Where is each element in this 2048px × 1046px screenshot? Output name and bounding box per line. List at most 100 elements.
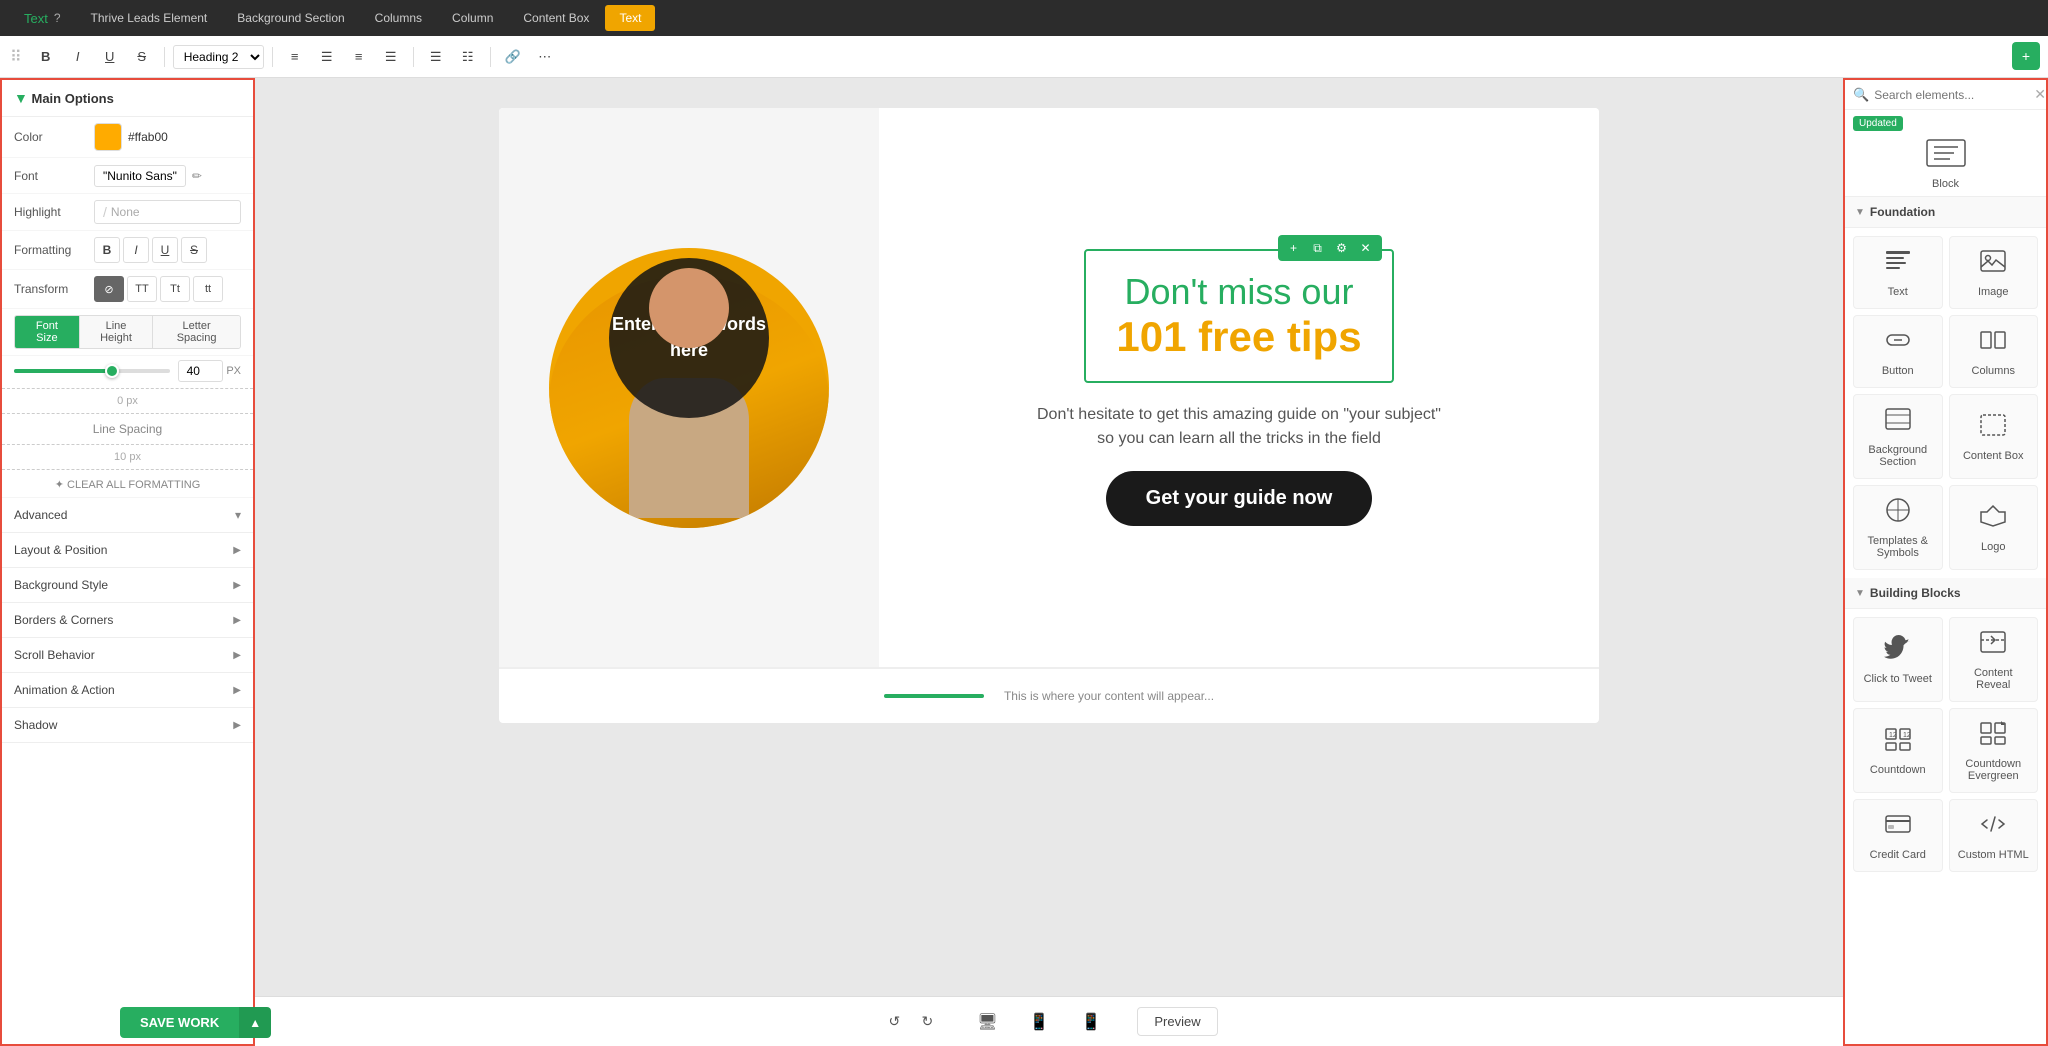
tablet-view-button[interactable]: 📱: [1023, 1006, 1055, 1038]
settings-element-button[interactable]: ⚙: [1332, 238, 1352, 258]
align-center-button[interactable]: ☰: [313, 43, 341, 71]
save-options-button[interactable]: ▲: [239, 1007, 271, 1038]
subtext-line-2[interactable]: so you can learn all the tricks in the f…: [1097, 430, 1381, 447]
element-columns[interactable]: Columns: [1949, 315, 2039, 388]
transform-none-button[interactable]: ⊘: [94, 276, 124, 302]
add-element-top-button[interactable]: +: [2012, 42, 2040, 70]
edit-font-icon[interactable]: ✏: [192, 169, 202, 183]
element-templates[interactable]: Templates & Symbols: [1853, 485, 1943, 570]
font-size-input[interactable]: [178, 360, 223, 382]
building-blocks-elements-grid: Click to Tweet Content Reveal 12 12 Count…: [1845, 609, 2046, 880]
clear-formatting-button[interactable]: ✦ CLEAR ALL FORMATTING: [2, 472, 253, 498]
element-content-reveal[interactable]: Content Reveal: [1949, 617, 2039, 702]
headline-line-1[interactable]: Don't miss our: [1116, 271, 1361, 313]
advanced-chevron-icon: ▾: [235, 508, 241, 522]
building-blocks-section-header[interactable]: ▼ Building Blocks: [1845, 578, 2046, 609]
save-work-button[interactable]: SAVE WORK: [120, 1007, 239, 1038]
transform-buttons: ⊘ TT Tt tt: [94, 276, 241, 302]
bold-fmt-button[interactable]: B: [94, 237, 120, 263]
bold-button[interactable]: B: [32, 43, 60, 71]
color-swatch[interactable]: #ffab00: [94, 123, 241, 151]
nav-item-thrive-leads-element[interactable]: Thrive Leads Element: [77, 5, 222, 31]
foundation-label: Foundation: [1870, 205, 1935, 219]
italic-fmt-button[interactable]: I: [123, 237, 149, 263]
advanced-section[interactable]: Advanced ▾: [2, 498, 253, 533]
foundation-section-header[interactable]: ▼ Foundation: [1845, 197, 2046, 228]
subtext-line-1[interactable]: Don't hesitate to get this amazing guide…: [1037, 406, 1441, 423]
element-logo[interactable]: Logo: [1949, 485, 2039, 570]
main-layout: ▼ Main Options Color #ffab00 Font "Nunit…: [0, 78, 2048, 1046]
underline-fmt-button[interactable]: U: [152, 237, 178, 263]
link-button[interactable]: 🔗: [499, 43, 527, 71]
section-arrow-icon: ▶: [233, 650, 241, 661]
font-size-slider[interactable]: [14, 369, 170, 373]
element-text[interactable]: Text: [1853, 236, 1943, 309]
preview-button[interactable]: Preview: [1137, 1007, 1217, 1036]
cta-button[interactable]: Get your guide now: [1106, 471, 1373, 526]
list-ul-button[interactable]: ☰: [422, 43, 450, 71]
font-size-tab[interactable]: Font Size: [15, 316, 80, 348]
align-right-button[interactable]: ≡: [345, 43, 373, 71]
list-ol-button[interactable]: ☷: [454, 43, 482, 71]
svg-text:12: 12: [1889, 732, 1897, 739]
transform-row: Transform ⊘ TT Tt tt: [2, 270, 253, 309]
section-arrow-icon: ▶: [233, 615, 241, 626]
foundation-elements-grid: Text Image Button Columns: [1845, 228, 2046, 578]
strikethrough-button[interactable]: S: [128, 43, 156, 71]
close-search-button[interactable]: ✕: [2034, 86, 2046, 103]
element-content-box[interactable]: Content Box: [1949, 394, 2039, 479]
element-image[interactable]: Image: [1949, 236, 2039, 309]
nav-item-content-box[interactable]: Content Box: [509, 5, 603, 31]
desktop-view-button[interactable]: 🖥: [971, 1006, 1003, 1038]
undo-button[interactable]: ↺: [880, 1008, 908, 1036]
element-background-section[interactable]: Background Section: [1853, 394, 1943, 479]
nav-item-text[interactable]: Text: [605, 5, 655, 31]
help-icon[interactable]: ?: [54, 11, 61, 25]
layout-position-section[interactable]: Layout & Position ▶: [2, 533, 253, 568]
element-click-to-tweet[interactable]: Click to Tweet: [1853, 617, 1943, 702]
highlight-value: None: [111, 205, 140, 219]
strikethrough-fmt-button[interactable]: S: [181, 237, 207, 263]
shadow-section[interactable]: Shadow ▶: [2, 708, 253, 743]
heading-select[interactable]: Heading 2 Heading 1 Heading 3 Paragraph: [173, 45, 264, 69]
delete-element-button[interactable]: ✕: [1356, 238, 1376, 258]
color-box[interactable]: [94, 123, 122, 151]
mobile-view-button[interactable]: 📱: [1075, 1006, 1107, 1038]
italic-button[interactable]: I: [64, 43, 92, 71]
transform-uppercase-button[interactable]: TT: [127, 276, 157, 302]
redo-button[interactable]: ↻: [913, 1008, 941, 1036]
nav-item-columns[interactable]: Columns: [361, 5, 436, 31]
search-input[interactable]: [1874, 88, 2029, 102]
element-countdown[interactable]: 1212 Countdown: [1853, 708, 1943, 793]
svg-text:12: 12: [1903, 732, 1911, 739]
line-height-tab[interactable]: Line Height: [80, 316, 153, 348]
underline-button[interactable]: U: [96, 43, 124, 71]
credit-card-label: Credit Card: [1870, 849, 1926, 861]
background-style-section[interactable]: Background Style ▶: [2, 568, 253, 603]
headline-line-2[interactable]: 101 free tips: [1116, 313, 1361, 361]
element-button[interactable]: Button: [1853, 315, 1943, 388]
expand-icon[interactable]: ▼: [14, 90, 28, 106]
element-countdown-evergreen[interactable]: Countdown Evergreen: [1949, 708, 2039, 793]
animation-action-section[interactable]: Animation & Action ▶: [2, 673, 253, 708]
transform-capitalize-button[interactable]: Tt: [160, 276, 190, 302]
justify-button[interactable]: ☰: [377, 43, 405, 71]
transform-lowercase-button[interactable]: tt: [193, 276, 223, 302]
nav-item-column[interactable]: Column: [438, 5, 507, 31]
scroll-behavior-section[interactable]: Scroll Behavior ▶: [2, 638, 253, 673]
highlight-selector[interactable]: / None: [94, 200, 241, 224]
borders-corners-section[interactable]: Borders & Corners ▶: [2, 603, 253, 638]
align-left-button[interactable]: ≡: [281, 43, 309, 71]
slider-thumb[interactable]: [105, 364, 119, 378]
letter-spacing-tab[interactable]: Letter Spacing: [153, 316, 240, 348]
nav-item-background-section[interactable]: Background Section: [223, 5, 358, 31]
element-credit-card[interactable]: Credit Card: [1853, 799, 1943, 872]
drag-handle-icon[interactable]: ⠿: [10, 47, 22, 67]
countdown-icon: 12 12: [1884, 725, 1912, 759]
format-more-button[interactable]: ⋯: [531, 43, 559, 71]
add-element-button[interactable]: +: [1284, 238, 1304, 258]
line-spacing-above: 0 px: [2, 388, 253, 414]
font-selector[interactable]: "Nunito Sans" ✏: [94, 165, 241, 187]
duplicate-element-button[interactable]: ⧉: [1308, 238, 1328, 258]
element-custom-html[interactable]: Custom HTML: [1949, 799, 2039, 872]
